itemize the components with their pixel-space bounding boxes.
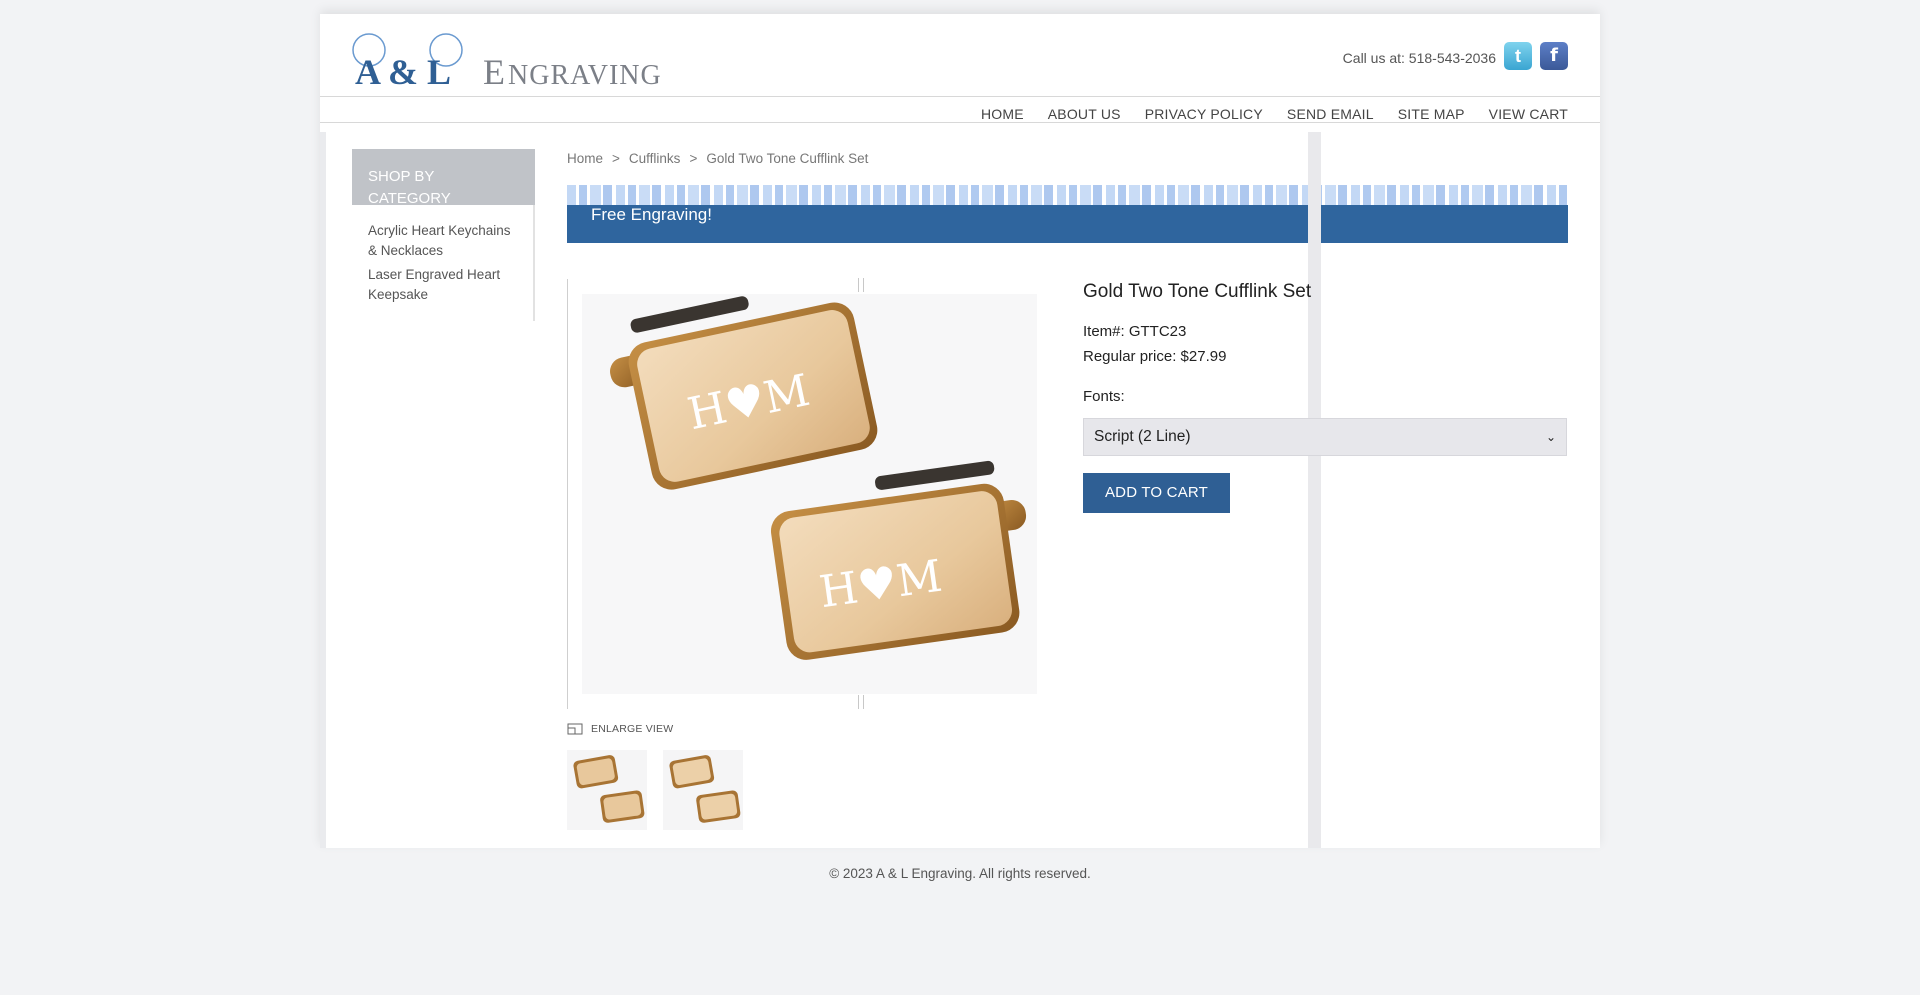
banner-stripe: [567, 185, 1568, 205]
enlarge-view-label: ENLARGE VIEW: [591, 723, 674, 735]
breadcrumb-separator: >: [612, 151, 620, 166]
enlarge-view-link[interactable]: ENLARGE VIEW: [567, 723, 673, 735]
font-select-value: Script (2 Line): [1094, 428, 1191, 445]
font-select[interactable]: Script (2 Line) ⌄: [1083, 418, 1567, 456]
image-frame-tick: [858, 695, 864, 709]
nav-home[interactable]: HOME: [981, 106, 1024, 122]
chevron-down-icon: ⌄: [1545, 430, 1556, 444]
nav-privacy-policy[interactable]: PRIVACY POLICY: [1145, 106, 1263, 122]
svg-text:A & L: A & L: [355, 52, 451, 92]
category-item-laser-heart[interactable]: Laser Engraved Heart Keepsake: [368, 265, 518, 305]
page-container: A & L E NGRAVING Call us at: 518-543-203…: [320, 14, 1600, 848]
fonts-label: Fonts:: [1083, 388, 1125, 405]
product-price: Regular price: $27.99: [1083, 348, 1227, 365]
twitter-icon[interactable]: t: [1504, 42, 1532, 70]
category-list: Acrylic Heart Keychains & Necklaces Lase…: [352, 205, 535, 321]
top-navigation: HOME ABOUT US PRIVACY POLICY SEND EMAIL …: [981, 106, 1568, 122]
nav-about-us[interactable]: ABOUT US: [1048, 106, 1121, 122]
nav-view-cart[interactable]: VIEW CART: [1489, 106, 1568, 122]
contact-phone: Call us at: 518-543-2036: [1342, 50, 1496, 66]
category-sidebar: SHOP BY CATEGORY Acrylic Heart Keychains…: [352, 149, 535, 321]
product-main-image[interactable]: H♥M H♥M: [582, 294, 1037, 694]
add-to-cart-button[interactable]: ADD TO CART: [1083, 473, 1230, 513]
breadcrumb-cufflinks[interactable]: Cufflinks: [629, 151, 681, 166]
product-thumbnail[interactable]: [663, 750, 743, 830]
svg-text:NGRAVING: NGRAVING: [508, 60, 662, 91]
facebook-icon[interactable]: f: [1540, 42, 1568, 70]
product-item-number: Item#: GTTC23: [1083, 323, 1187, 340]
breadcrumb: Home > Cufflinks > Gold Two Tone Cufflink Se…: [567, 151, 868, 166]
right-column-bar: [1308, 132, 1321, 848]
breadcrumb-separator: >: [689, 151, 698, 166]
product-title: Gold Two Tone Cufflink Set: [1083, 281, 1312, 302]
enlarge-icon: [567, 723, 583, 735]
image-frame-tick: [858, 278, 864, 292]
product-thumbnail[interactable]: [567, 750, 647, 830]
category-heading: SHOP BY CATEGORY: [352, 149, 535, 207]
category-item-acrylic-heart[interactable]: Acrylic Heart Keychains & Necklaces: [368, 221, 518, 261]
nav-site-map[interactable]: SITE MAP: [1398, 106, 1465, 122]
nav-send-email[interactable]: SEND EMAIL: [1287, 106, 1374, 122]
svg-text:E: E: [483, 52, 506, 92]
breadcrumb-current: Gold Two Tone Cufflink Set: [706, 151, 869, 166]
nav-divider: [320, 122, 1600, 123]
header-divider: [320, 96, 1600, 97]
left-border-bar: [320, 132, 326, 848]
footer-copyright: © 2023 A & L Engraving. All rights reser…: [829, 866, 1091, 881]
breadcrumb-home[interactable]: Home: [567, 151, 603, 166]
promo-banner: Free Engraving!: [567, 205, 1568, 243]
site-logo[interactable]: A & L E NGRAVING: [351, 32, 721, 98]
